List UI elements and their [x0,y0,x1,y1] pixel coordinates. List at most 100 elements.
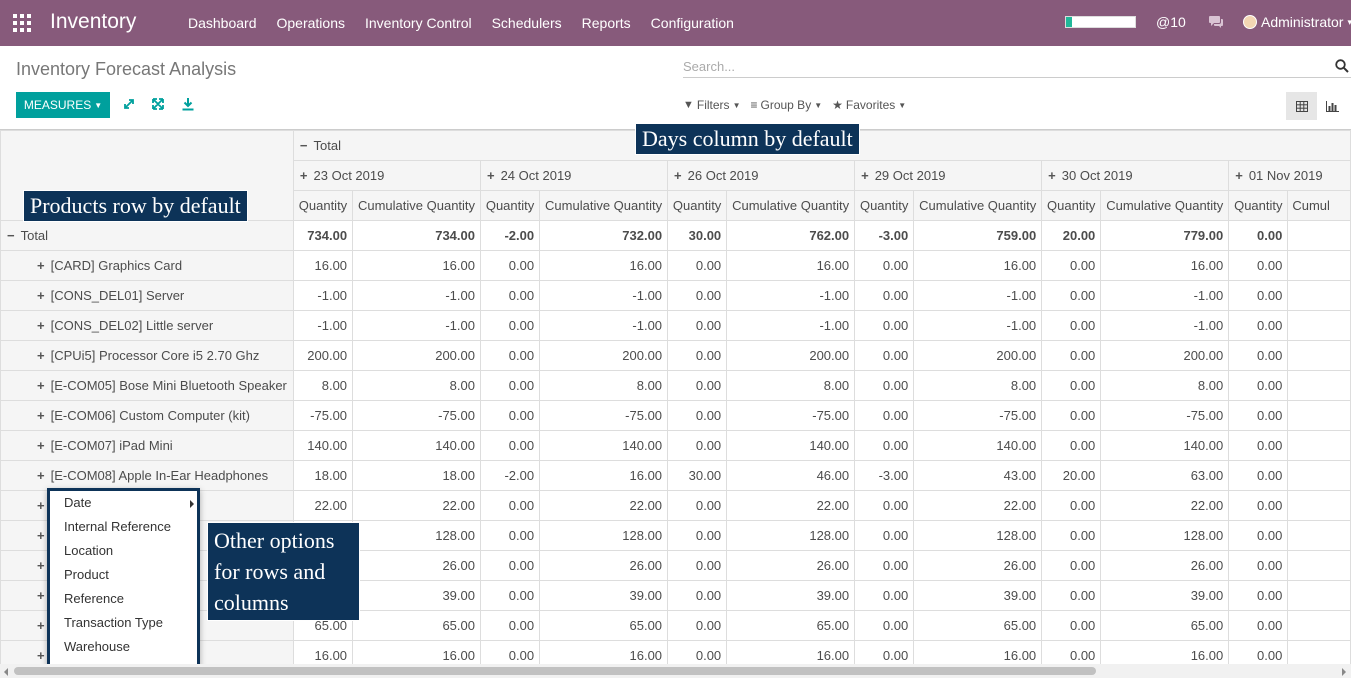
table-cell[interactable]: 26.00 [726,550,856,581]
row-header-product[interactable]: + [E-COM07] iPad Mini [0,430,294,461]
table-cell[interactable]: 779.00 [1100,220,1230,251]
table-cell[interactable]: 26.00 [539,550,669,581]
table-cell[interactable]: 22.00 [292,490,354,521]
table-cell[interactable]: 39.00 [539,580,669,611]
table-cell[interactable]: 200.00 [1100,340,1230,371]
measure-header[interactable]: Quantity [1228,190,1289,221]
measure-header[interactable]: Cumulative Quantity [539,190,669,221]
table-cell[interactable]: 0.00 [1041,250,1102,281]
table-cell[interactable]: 16.00 [913,250,1043,281]
table-cell[interactable]: 0.00 [479,250,541,281]
table-cell[interactable]: 732.00 [539,220,669,251]
table-cell[interactable]: 26.00 [913,550,1043,581]
table-cell[interactable]: 0.00 [1041,310,1102,341]
table-cell[interactable] [1287,640,1351,664]
row-header-product[interactable]: + [CPUi5] Processor Core i5 2.70 Ghz [0,340,294,371]
table-cell[interactable]: 20.00 [1041,460,1102,491]
table-cell[interactable]: 8.00 [292,370,354,401]
scroll-left-icon[interactable] [4,668,8,676]
dropdown-item-date[interactable]: Date [50,491,197,515]
table-cell[interactable]: 20.00 [1041,220,1102,251]
column-header-date[interactable]: +26 Oct 2019 [667,160,856,191]
table-cell[interactable] [1287,400,1351,431]
search-input[interactable] [683,56,1323,76]
table-cell[interactable]: -1.00 [1100,280,1230,311]
table-cell[interactable]: 26.00 [352,550,481,581]
table-cell[interactable]: -1.00 [539,280,669,311]
table-cell[interactable] [1287,520,1351,551]
apps-grid-icon[interactable] [13,14,31,32]
table-cell[interactable]: 0.00 [1041,340,1102,371]
table-cell[interactable]: 16.00 [726,250,856,281]
table-cell[interactable]: 0.00 [854,550,915,581]
table-cell[interactable]: 16.00 [1100,640,1230,664]
measure-header[interactable]: Quantity [292,190,354,221]
search-icon[interactable] [1335,59,1349,73]
table-cell[interactable]: 200.00 [726,340,856,371]
table-cell[interactable]: 140.00 [913,430,1043,461]
table-cell[interactable]: 0.00 [667,490,728,521]
table-cell[interactable]: -1.00 [292,280,354,311]
table-cell[interactable]: 0.00 [1228,280,1289,311]
table-cell[interactable]: 8.00 [913,370,1043,401]
table-cell[interactable]: 0.00 [667,640,728,664]
table-cell[interactable]: 0.00 [854,520,915,551]
table-cell[interactable]: 65.00 [539,610,669,641]
table-cell[interactable]: 63.00 [1100,460,1230,491]
table-cell[interactable]: 16.00 [292,250,354,281]
table-cell[interactable]: -1.00 [292,310,354,341]
chat-icon[interactable] [1208,15,1224,29]
table-cell[interactable] [1287,430,1351,461]
table-cell[interactable]: 200.00 [539,340,669,371]
table-cell[interactable]: 128.00 [1100,520,1230,551]
dropdown-item-transaction-type[interactable]: Transaction Type [50,611,197,635]
table-cell[interactable]: 0.00 [479,490,541,521]
table-cell[interactable]: 0.00 [479,310,541,341]
measure-header[interactable]: Cumulative Quantity [726,190,856,221]
flip-axis-icon[interactable] [122,97,136,111]
table-cell[interactable]: -3.00 [854,220,915,251]
measure-header[interactable]: Cumulative Quantity [913,190,1043,221]
table-cell[interactable]: 0.00 [479,550,541,581]
table-cell[interactable]: 18.00 [352,460,481,491]
table-cell[interactable]: 0.00 [1041,550,1102,581]
table-cell[interactable]: -1.00 [726,280,856,311]
table-cell[interactable]: 0.00 [479,400,541,431]
table-cell[interactable]: 140.00 [539,430,669,461]
dropdown-item-warehouse[interactable]: Warehouse [50,635,197,659]
table-cell[interactable] [1287,610,1351,641]
download-icon[interactable] [181,97,195,111]
dropdown-item-reference[interactable]: Reference [50,587,197,611]
table-cell[interactable]: 22.00 [539,490,669,521]
table-cell[interactable]: 8.00 [726,370,856,401]
table-cell[interactable]: 128.00 [539,520,669,551]
table-cell[interactable]: 200.00 [292,340,354,371]
column-header-date[interactable]: +23 Oct 2019 [292,160,481,191]
table-cell[interactable]: 0.00 [1228,220,1289,251]
mentions-counter[interactable]: @10 [1156,14,1186,30]
table-cell[interactable]: 0.00 [854,490,915,521]
table-cell[interactable]: 200.00 [913,340,1043,371]
table-cell[interactable]: 22.00 [726,490,856,521]
table-cell[interactable]: -1.00 [913,310,1043,341]
table-cell[interactable]: -75.00 [913,400,1043,431]
table-cell[interactable]: 0.00 [1228,310,1289,341]
table-cell[interactable]: 0.00 [479,580,541,611]
table-cell[interactable]: 140.00 [726,430,856,461]
table-cell[interactable]: 0.00 [1228,550,1289,581]
table-cell[interactable]: 0.00 [1041,370,1102,401]
table-cell[interactable]: 0.00 [854,400,915,431]
table-cell[interactable]: 16.00 [292,640,354,664]
row-header-product[interactable]: + [CARD] Graphics Card [0,250,294,281]
table-cell[interactable]: 0.00 [479,520,541,551]
table-cell[interactable]: 65.00 [726,610,856,641]
column-header-date[interactable]: +30 Oct 2019 [1041,160,1230,191]
table-cell[interactable]: 16.00 [352,640,481,664]
table-cell[interactable]: 65.00 [352,610,481,641]
table-cell[interactable]: 39.00 [913,580,1043,611]
table-cell[interactable]: 0.00 [1041,640,1102,664]
table-cell[interactable]: 65.00 [1100,610,1230,641]
row-header-product[interactable]: + [E-COM08] Apple In-Ear Headphones [0,460,294,491]
table-cell[interactable]: -1.00 [1100,310,1230,341]
table-cell[interactable]: 39.00 [726,580,856,611]
